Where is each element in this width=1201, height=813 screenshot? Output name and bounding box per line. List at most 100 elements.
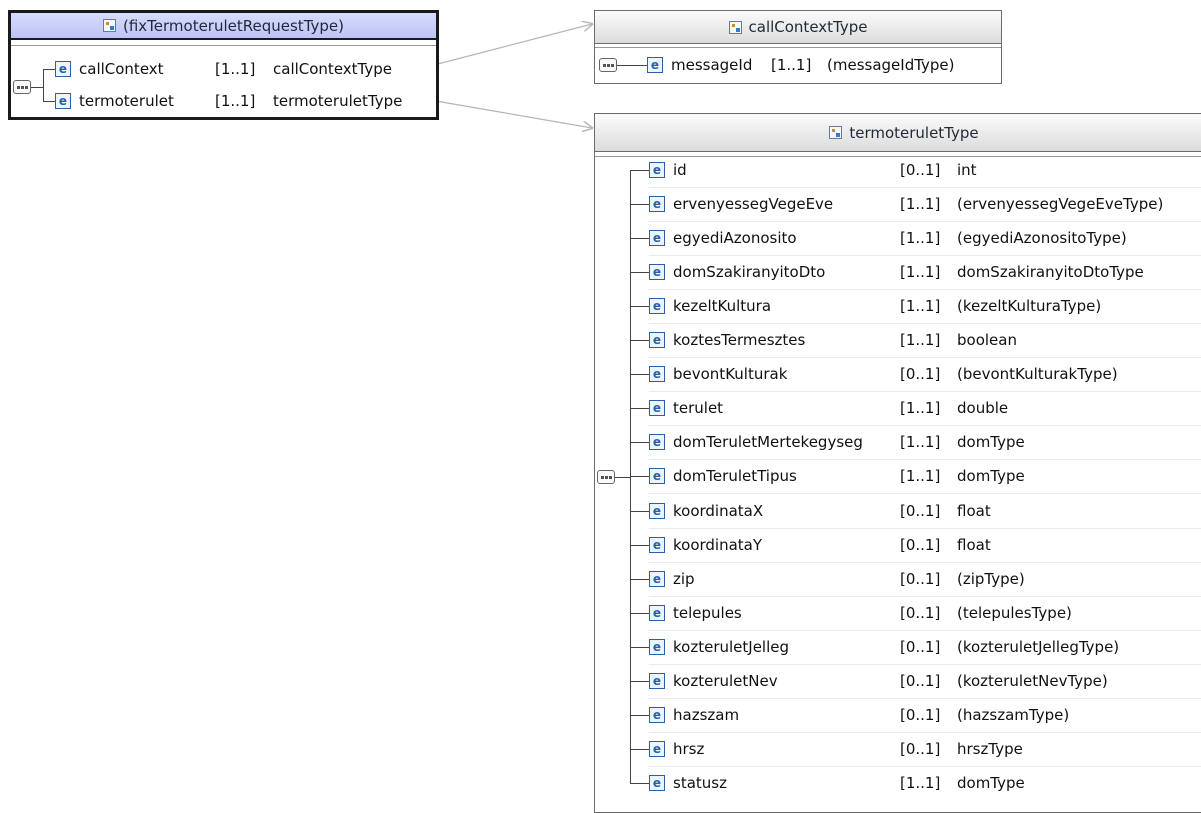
- call-context-type-header[interactable]: callContextType: [595, 11, 1001, 44]
- row-separator: [649, 562, 1201, 563]
- row-separator: [649, 357, 1201, 358]
- element-name: telepules: [673, 604, 742, 622]
- call-context-type-box[interactable]: callContextType e messageId [1..1] (mess…: [594, 10, 1002, 84]
- tree-line: [630, 783, 649, 784]
- element-type: domType: [957, 774, 1025, 792]
- element-type: (bevontKulturakType): [957, 365, 1118, 383]
- element-row[interactable]: e kozteruletJelleg [0..1] (kozteruletJelleg…: [649, 637, 1119, 657]
- sequence-icon[interactable]: [13, 80, 31, 94]
- row-separator: [649, 766, 1201, 767]
- element-row[interactable]: e domTeruletMertekegyseg [1..1] domType: [649, 432, 1025, 452]
- termoterulet-type-box[interactable]: termoteruletType e id [0..1] int e ervenyesse…: [594, 113, 1201, 813]
- element-row[interactable]: e egyediAzonosito [1..1] (egyediAzonositoTy…: [649, 228, 1127, 248]
- request-type-box[interactable]: (fixTermoteruletRequestType) e callConte…: [8, 10, 439, 120]
- element-row[interactable]: e termoterulet [1..1] termoteruletType: [55, 91, 402, 111]
- element-icon: e: [649, 468, 665, 484]
- element-multiplicity: [1..1]: [215, 60, 256, 78]
- row-separator: [649, 459, 1201, 460]
- element-type: callContextType: [273, 60, 392, 78]
- element-icon: e: [649, 537, 665, 553]
- complex-type-icon: [102, 19, 116, 32]
- tree-line: [630, 476, 649, 477]
- element-name: kozteruletNev: [673, 672, 778, 690]
- row-separator: [649, 493, 1201, 494]
- sequence-icon[interactable]: [597, 470, 615, 484]
- tree-line: [630, 204, 649, 205]
- tree-line: [630, 647, 649, 648]
- element-row[interactable]: e koztesTermesztes [1..1] boolean: [649, 330, 1017, 350]
- element-name: id: [673, 161, 687, 179]
- tree-line: [630, 579, 649, 580]
- element-row[interactable]: e terulet [1..1] double: [649, 398, 1008, 418]
- tree-line: [630, 408, 649, 409]
- element-row[interactable]: e ervenyessegVegeEve [1..1] (ervenyessegVeg…: [649, 194, 1163, 214]
- element-row[interactable]: e statusz [1..1] domType: [649, 773, 1025, 793]
- element-icon: e: [649, 196, 665, 212]
- element-multiplicity: [0..1]: [900, 570, 941, 588]
- element-icon: e: [649, 400, 665, 416]
- element-multiplicity: [1..1]: [900, 263, 941, 281]
- complex-type-icon: [728, 20, 742, 34]
- element-icon: e: [649, 434, 665, 450]
- element-name: domTeruletMertekegyseg: [673, 433, 863, 451]
- element-name: ervenyessegVegeEve: [673, 195, 834, 213]
- tree-line: [615, 477, 630, 478]
- element-type: int: [957, 161, 977, 179]
- element-row[interactable]: e koordinataX [0..1] float: [649, 501, 991, 521]
- element-multiplicity: [1..1]: [771, 56, 812, 74]
- element-row[interactable]: e domSzakiranyitoDto [1..1] domSzakiranyito…: [649, 262, 1144, 282]
- row-separator: [649, 630, 1201, 631]
- element-icon: e: [649, 605, 665, 621]
- tree-line: [617, 65, 647, 66]
- element-name: egyediAzonosito: [673, 229, 797, 247]
- element-icon: e: [649, 230, 665, 246]
- element-icon: e: [649, 673, 665, 689]
- element-multiplicity: [1..1]: [900, 195, 941, 213]
- element-type: domSzakiranyitoDtoType: [957, 263, 1144, 281]
- element-icon: e: [649, 264, 665, 280]
- element-icon: e: [649, 162, 665, 178]
- element-row[interactable]: e messageId [1..1] (messageIdType): [647, 55, 955, 75]
- row-separator: [649, 528, 1201, 529]
- element-multiplicity: [0..1]: [900, 161, 941, 179]
- connector-callcontext: [429, 24, 592, 67]
- element-name: kezeltKultura: [673, 297, 772, 315]
- element-row[interactable]: e koordinataY [0..1] float: [649, 535, 991, 555]
- element-row[interactable]: e kozteruletNev [0..1] (kozteruletNevType): [649, 671, 1108, 691]
- element-row[interactable]: e hrsz [0..1] hrszType: [649, 739, 1023, 759]
- row-separator: [649, 732, 1201, 733]
- element-row[interactable]: e telepules [0..1] (telepulesType): [649, 603, 1072, 623]
- element-multiplicity: [1..1]: [900, 467, 941, 485]
- element-multiplicity: [0..1]: [900, 740, 941, 758]
- element-row[interactable]: e bevontKulturak [0..1] (bevontKulturakType…: [649, 364, 1118, 384]
- termoterulet-type-header[interactable]: termoteruletType: [595, 114, 1201, 152]
- request-type-header[interactable]: (fixTermoteruletRequestType): [11, 13, 436, 40]
- element-name: koordinataY: [673, 536, 763, 554]
- element-type: (kezeltKulturaType): [957, 297, 1102, 315]
- element-icon: e: [649, 298, 665, 314]
- element-row[interactable]: e callContext [1..1] callContextType: [55, 59, 392, 79]
- row-separator: [649, 255, 1201, 256]
- element-name: domSzakiranyitoDto: [673, 263, 826, 281]
- element-multiplicity: [1..1]: [900, 331, 941, 349]
- element-row[interactable]: e zip [0..1] (zipType): [649, 569, 1025, 589]
- element-type: (egyediAzonositoType): [957, 229, 1127, 247]
- tree-line: [630, 238, 649, 239]
- element-row[interactable]: e kezeltKultura [1..1] (kezeltKulturaType): [649, 296, 1101, 316]
- element-name: termoterulet: [79, 92, 174, 110]
- tree-line: [630, 545, 649, 546]
- element-type: (kozteruletJellegType): [957, 638, 1120, 656]
- tree-line: [630, 749, 649, 750]
- tree-line: [31, 87, 43, 88]
- tree-line: [630, 511, 649, 512]
- element-row[interactable]: e domTeruletTipus [1..1] domType: [649, 466, 1025, 486]
- sequence-icon[interactable]: [599, 58, 617, 72]
- element-name: domTeruletTipus: [673, 467, 797, 485]
- element-row[interactable]: e id [0..1] int: [649, 160, 977, 180]
- element-multiplicity: [0..1]: [900, 604, 941, 622]
- element-name: koztesTermesztes: [673, 331, 806, 349]
- header-divider: [595, 47, 1001, 48]
- element-name: kozteruletJelleg: [673, 638, 790, 656]
- element-row[interactable]: e hazszam [0..1] (hazszamType): [649, 705, 1069, 725]
- element-name: zip: [673, 570, 695, 588]
